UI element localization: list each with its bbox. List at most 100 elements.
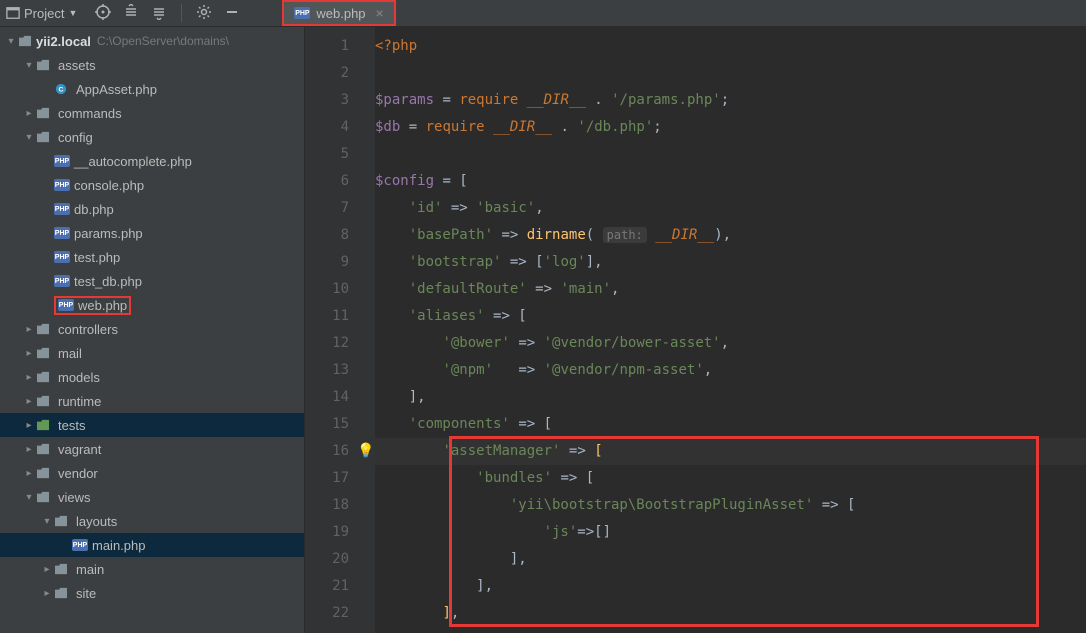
line-number: 7 [305,195,375,222]
tree-item-views[interactable]: ▾views [0,485,304,509]
gear-icon[interactable] [196,4,212,20]
php-file-icon: PHP [54,275,70,287]
code-line[interactable]: ], [375,384,1086,411]
tree-item-label: vendor [58,466,98,481]
project-label: Project [24,6,64,21]
tree-item-label: config [58,130,93,145]
tree-item-label: runtime [58,394,101,409]
close-icon[interactable]: × [376,5,384,21]
minimize-icon[interactable] [224,4,240,20]
tree-item-appasset-php[interactable]: C AppAsset.php [0,77,304,101]
chevron-right-icon: ▸ [40,588,54,599]
code-line[interactable]: $config = [ [375,168,1086,195]
line-number: 11 [305,303,375,330]
tree-item-test-php[interactable]: PHPtest.php [0,245,304,269]
line-number: 8 [305,222,375,249]
tree-item-models[interactable]: ▸models [0,365,304,389]
line-number: 20 [305,546,375,573]
tree-item-label: params.php [74,226,143,241]
project-tree: ▾ yii2.local C:\OpenServer\domains\ ▾ass… [0,27,304,605]
project-sidebar[interactable]: ▾ yii2.local C:\OpenServer\domains\ ▾ass… [0,27,305,633]
php-file-icon: PHP [54,251,70,263]
code-line[interactable]: '@npm' => '@vendor/npm-asset', [375,357,1086,384]
tree-item-label: mail [58,346,82,361]
code-line[interactable]: 💡 'assetManager' => [ [375,438,1086,465]
php-file-icon: PHP [54,179,70,191]
php-file-icon: PHP [58,299,74,311]
tree-item-site[interactable]: ▸site [0,581,304,605]
php-file-icon: PHP [54,203,70,215]
line-number: 13 [305,357,375,384]
code-line[interactable]: 'bundles' => [ [375,465,1086,492]
tree-item-tests[interactable]: ▸tests [0,413,304,437]
collapse-icon[interactable] [151,4,167,20]
code-line[interactable]: ], [375,573,1086,600]
tree-item-commands[interactable]: ▸commands [0,101,304,125]
chevron-down-icon: ▼ [68,8,77,18]
tree-item-controllers[interactable]: ▸ controllers [0,317,304,341]
code-line[interactable] [375,141,1086,168]
line-number: 3 [305,87,375,114]
chevron-right-icon: ▸ [22,324,36,335]
line-number: 14 [305,384,375,411]
bulb-icon[interactable]: 💡 [357,438,374,465]
tree-item-main[interactable]: ▸main [0,557,304,581]
top-bar: Project ▼ PHP web.php × [0,0,1086,27]
tree-item-label: console.php [74,178,144,193]
code-line[interactable]: 'components' => [ [375,411,1086,438]
code-line[interactable]: <?php [375,33,1086,60]
code-line[interactable]: 'js'=>[] [375,519,1086,546]
code-line[interactable]: 'defaultRoute' => 'main', [375,276,1086,303]
tree-root[interactable]: ▾ yii2.local C:\OpenServer\domains\ [0,29,304,53]
tab-label: web.php [316,6,365,21]
expand-icon[interactable] [123,4,139,20]
tree-item-params-php[interactable]: PHPparams.php [0,221,304,245]
tree-item-label: vagrant [58,442,101,457]
line-gutter: 12345678910111213141516171819202122 [305,27,375,633]
code-line[interactable]: 'aliases' => [ [375,303,1086,330]
tree-item-console-php[interactable]: PHP console.php [0,173,304,197]
tree-item-label: AppAsset.php [76,82,157,97]
code-line[interactable]: 'bootstrap' => ['log'], [375,249,1086,276]
code-line[interactable]: 'basePath' => dirname( path: __DIR__), [375,222,1086,249]
code-line[interactable] [375,60,1086,87]
line-number: 17 [305,465,375,492]
tree-item-vagrant[interactable]: ▸vagrant [0,437,304,461]
tree-item-web-php[interactable]: PHPweb.php [0,293,304,317]
tab-web-php[interactable]: PHP web.php × [282,0,395,26]
tree-item-layouts[interactable]: ▾ layouts [0,509,304,533]
code-line[interactable]: $db = require __DIR__ . '/db.php'; [375,114,1086,141]
tree-item-vendor[interactable]: ▸vendor [0,461,304,485]
line-number: 10 [305,276,375,303]
code-line[interactable]: 'id' => 'basic', [375,195,1086,222]
chevron-down-icon: ▾ [22,492,36,503]
chevron-down-icon: ▾ [40,516,54,527]
code-line[interactable]: ], [375,546,1086,573]
tree-item-assets[interactable]: ▾assets [0,53,304,77]
project-dropdown[interactable]: Project ▼ [6,6,77,21]
tree-item-mail[interactable]: ▸mail [0,341,304,365]
tree-item-runtime[interactable]: ▸runtime [0,389,304,413]
tree-item-label: controllers [58,322,118,337]
tree-item-label: models [58,370,100,385]
code-line[interactable]: $params = require __DIR__ . '/params.php… [375,87,1086,114]
tree-item-db-php[interactable]: PHPdb.php [0,197,304,221]
target-icon[interactable] [95,4,111,20]
code-area[interactable]: <?php $params = require __DIR__ . '/param… [375,27,1086,633]
code-line[interactable]: '@bower' => '@vendor/bower-asset', [375,330,1086,357]
tree-item-label: layouts [76,514,117,529]
code-editor[interactable]: 12345678910111213141516171819202122 <?ph… [305,27,1086,633]
line-number: 19 [305,519,375,546]
svg-text:C: C [59,87,64,94]
project-icon [6,6,20,20]
tree-item-main-php[interactable]: PHPmain.php [0,533,304,557]
tree-item-test-db-php[interactable]: PHPtest_db.php [0,269,304,293]
toolbar-icons [95,4,240,22]
code-line[interactable]: ], [375,600,1086,627]
code-line[interactable]: 'yii\bootstrap\BootstrapPluginAsset' => … [375,492,1086,519]
tree-item---autocomplete-php[interactable]: PHP__autocomplete.php [0,149,304,173]
tab-bar: PHP web.php × [282,0,395,26]
tree-item-label: __autocomplete.php [74,154,192,169]
ide-window: Project ▼ PHP web.php × ▾ [0,0,1086,633]
tree-item-config[interactable]: ▾config [0,125,304,149]
